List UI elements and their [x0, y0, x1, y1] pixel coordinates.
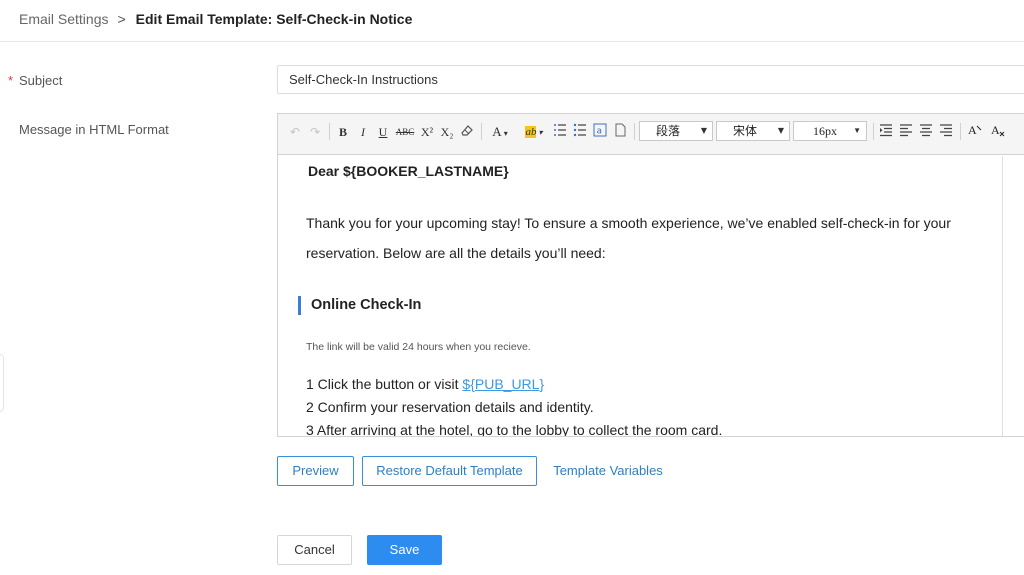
font-color-icon[interactable]: A ▾ [488, 123, 512, 141]
indent-icon[interactable] [878, 123, 894, 141]
editor-content[interactable]: Dear ${BOOKER_LASTNAME} Thank you for yo… [278, 156, 1003, 436]
eraser-icon[interactable] [459, 123, 475, 141]
align-left-icon[interactable] [898, 123, 914, 141]
section-heading-online-checkin: Online Check-In [298, 296, 421, 315]
template-variables-link[interactable]: Template Variables [548, 456, 668, 486]
breadcrumb-separator: > [117, 11, 126, 27]
step-item: 2 Confirm your reservation details and i… [306, 399, 594, 415]
paragraph-format-value: 段落 [656, 124, 681, 138]
subscript-icon[interactable]: X₂ [439, 123, 455, 141]
restore-default-template-button[interactable]: Restore Default Template [362, 456, 537, 486]
checkin-steps-list: 1 Click the button or visit ${PUB_URL} 2… [306, 373, 722, 436]
breadcrumb: Email Settings > Edit Email Template: Self… [19, 11, 412, 27]
align-center-icon[interactable] [918, 123, 934, 141]
pub-url-link[interactable]: ${PUB_URL} [462, 376, 544, 392]
page-title: Edit Email Template: Self-Check-in Notic… [135, 11, 413, 27]
font-style-icon[interactable]: A [966, 123, 984, 141]
email-intro-paragraph: Thank you for your upcoming stay! To ens… [306, 215, 951, 261]
italic-icon[interactable]: I [356, 123, 370, 141]
cancel-button[interactable]: Cancel [277, 535, 352, 565]
link-validity-note: The link will be valid 24 hours when you… [306, 341, 531, 353]
superscript-icon[interactable]: X² [419, 123, 435, 141]
chevron-down-icon: ▼ [700, 126, 707, 135]
font-family-value: 宋体 [733, 124, 758, 138]
step-item: 3 After arriving at the hotel, go to the… [306, 422, 723, 436]
font-size-value: 16px [813, 124, 837, 138]
toolbar-divider [960, 123, 961, 140]
page-header: Email Settings > Edit Email Template: Self… [0, 0, 1024, 42]
subject-input[interactable] [277, 65, 1024, 94]
font-size-select[interactable]: 16px ▼ [793, 121, 867, 141]
anchor-icon[interactable]: a [592, 123, 608, 141]
chevron-down-icon: ▼ [853, 126, 861, 135]
breadcrumb-email-settings[interactable]: Email Settings [19, 11, 108, 27]
clear-style-icon[interactable]: A [989, 123, 1007, 141]
message-label: Message in HTML Format [19, 122, 169, 137]
highlight-glyph: ab [525, 126, 537, 138]
page-icon[interactable] [612, 123, 628, 141]
step-text: 1 Click the button or visit [306, 376, 463, 392]
align-right-icon[interactable] [938, 123, 954, 141]
toolbar-divider [329, 123, 330, 140]
strikethrough-icon[interactable]: ABC [395, 123, 415, 141]
highlight-icon[interactable]: ab ▾ [520, 123, 548, 141]
step-item: 1 Click the button or visit ${PUB_URL} [306, 373, 722, 396]
preview-button[interactable]: Preview [277, 456, 354, 486]
svg-text:a: a [597, 127, 603, 137]
editor-scrollbar-track[interactable] [1002, 156, 1003, 436]
font-color-glyph: A [492, 124, 502, 139]
toolbar-divider [873, 123, 874, 140]
side-panel-handle[interactable] [0, 354, 4, 412]
underline-icon[interactable]: U [376, 123, 390, 141]
unordered-list-icon[interactable] [572, 123, 588, 141]
svg-text:A: A [991, 123, 1000, 137]
subject-label: Subject [19, 73, 63, 88]
required-mark: * [8, 73, 14, 88]
redo-icon[interactable]: ↷ [308, 123, 322, 141]
paragraph-format-select[interactable]: 段落 ▼ [639, 121, 713, 141]
svg-text:A: A [968, 123, 977, 137]
font-family-select[interactable]: 宋体 ▼ [716, 121, 790, 141]
bold-icon[interactable]: B [336, 123, 350, 141]
toolbar-divider [634, 123, 635, 140]
chevron-down-icon: ▼ [777, 126, 784, 135]
ordered-list-icon[interactable] [552, 123, 568, 141]
save-button[interactable]: Save [367, 535, 442, 565]
undo-icon[interactable]: ↶ [288, 123, 302, 141]
toolbar-divider [481, 123, 482, 140]
html-editor: ↶ ↷ B I U ABC X² X₂ A ▾ ab ▾ a 段落 ▼ 宋体 ▼ 1… [277, 113, 1024, 437]
editor-toolbar: ↶ ↷ B I U ABC X² X₂ A ▾ ab ▾ a 段落 ▼ 宋体 ▼ 1… [278, 114, 1024, 155]
email-greeting: Dear ${BOOKER_LASTNAME} [308, 163, 509, 179]
